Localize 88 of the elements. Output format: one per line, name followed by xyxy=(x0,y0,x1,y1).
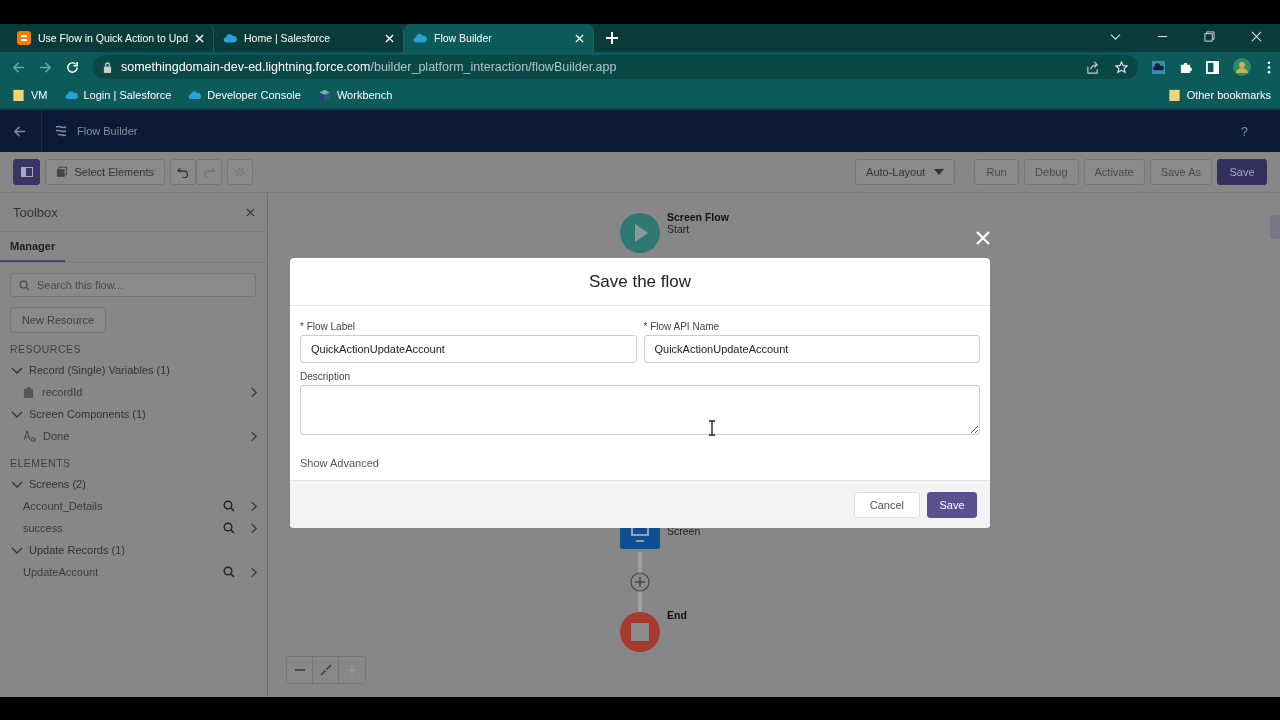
address-bar[interactable]: somethingdomain-dev-ed.lightning.force.com/builder_platform_interaction/flowBuilder.app xyxy=(93,55,1138,79)
chevron-down-icon[interactable] xyxy=(1110,31,1121,42)
search-field[interactable]: Search this flow... xyxy=(10,273,256,297)
flow-icon xyxy=(54,124,68,138)
search-icon[interactable] xyxy=(223,500,235,512)
lock-icon xyxy=(103,61,112,73)
chevron-right-icon[interactable] xyxy=(250,500,257,512)
end-node[interactable] xyxy=(620,612,660,652)
add-element-icon[interactable] xyxy=(630,572,650,592)
url-text: somethingdomain-dev-ed.lightning.force.com/builder_platform_interaction/flowBuilder.app xyxy=(121,60,617,74)
app-title: Flow Builder xyxy=(77,125,138,137)
star-icon[interactable] xyxy=(1115,60,1128,74)
bookmark[interactable]: Login | Salesforce xyxy=(64,89,172,101)
tree-item[interactable]: UpdateAccount xyxy=(23,566,99,578)
caret-icon xyxy=(934,169,945,175)
dialog-title: Save the flow xyxy=(588,271,692,292)
select-elements-button[interactable]: Select Elements xyxy=(45,159,165,185)
zoom-out-button[interactable] xyxy=(287,657,313,683)
blog-icon xyxy=(17,31,31,45)
field-label: * Flow Label xyxy=(300,321,356,332)
bookmark[interactable]: Workbench xyxy=(317,89,393,101)
share-icon[interactable] xyxy=(1086,60,1099,74)
tree-item[interactable]: Account_Details xyxy=(23,500,103,512)
node-title: Screen Flow xyxy=(667,211,729,223)
tree-item[interactable]: Done xyxy=(43,430,70,442)
panel-icon xyxy=(20,167,33,177)
chevron-right-icon[interactable] xyxy=(250,566,257,578)
restore-icon[interactable] xyxy=(1204,31,1215,42)
cloud-icon[interactable] xyxy=(1152,60,1165,74)
node-label: Screen xyxy=(667,525,701,537)
bookmark[interactable]: Developer Console xyxy=(188,89,301,101)
start-node[interactable] xyxy=(620,213,660,253)
folder-icon xyxy=(1167,89,1181,101)
node-subtitle: Start xyxy=(667,223,691,235)
reload-icon[interactable] xyxy=(66,60,79,74)
more-icon[interactable] xyxy=(1267,60,1271,74)
search-icon[interactable] xyxy=(223,566,235,578)
cancel-button[interactable]: Cancel xyxy=(853,491,920,518)
tree-item[interactable]: recordId xyxy=(42,386,83,398)
tree-group[interactable]: Record (Single) Variables (1) xyxy=(0,359,267,381)
layout-dropdown[interactable]: Auto-Layout xyxy=(855,159,956,185)
tree-group[interactable]: Update Records (1) xyxy=(0,539,267,561)
avatar-icon[interactable] xyxy=(1233,58,1251,76)
cloud-icon xyxy=(188,89,202,101)
text-component-icon xyxy=(23,430,37,442)
section-heading: ELEMENTS xyxy=(10,457,72,469)
chevron-right-icon[interactable] xyxy=(250,386,257,398)
chevron-right-icon[interactable] xyxy=(250,430,257,442)
panel-title: Toolbox xyxy=(13,204,58,220)
bookmark[interactable]: VM xyxy=(12,89,48,101)
section-heading: RESOURCES xyxy=(10,343,82,355)
undo-icon xyxy=(177,166,189,178)
help-button[interactable]: ? xyxy=(1236,123,1252,139)
save-button[interactable]: Save xyxy=(1217,159,1267,185)
clipboard-icon xyxy=(23,386,34,398)
puzzle-icon[interactable] xyxy=(1179,60,1192,74)
bookmark[interactable]: Other bookmarks xyxy=(1167,89,1271,101)
input-field[interactable]: QuickActionUpdateAccount xyxy=(300,335,637,363)
chevron-right-icon[interactable] xyxy=(250,522,257,534)
node-label: End xyxy=(667,609,687,621)
text-cursor-icon xyxy=(708,420,716,436)
collapse-arrows-icon xyxy=(319,664,332,676)
input-field[interactable]: QuickActionUpdateAccount xyxy=(643,335,980,363)
cloud-icon xyxy=(413,31,427,45)
tree-group[interactable]: Screens (2) xyxy=(0,473,267,495)
tree-item[interactable]: success xyxy=(23,522,63,534)
show-advanced-link[interactable]: Show Advanced xyxy=(300,457,379,469)
new-tab-icon[interactable] xyxy=(606,32,618,44)
description-field[interactable] xyxy=(300,385,980,435)
forward-icon[interactable] xyxy=(39,60,52,74)
cloud-icon xyxy=(64,89,78,101)
cloud-icon xyxy=(223,31,237,45)
back-icon[interactable] xyxy=(12,60,25,74)
field-label: * Flow API Name xyxy=(643,321,720,332)
browser-tab[interactable]: Flow Builder xyxy=(404,24,594,52)
field-label: Description xyxy=(300,371,351,382)
select-icon xyxy=(56,166,68,178)
save-button[interactable]: Save xyxy=(927,491,977,518)
toggle-panel-button[interactable] xyxy=(13,159,40,185)
folder-icon xyxy=(12,89,25,101)
undo-button[interactable] xyxy=(170,159,196,185)
cube-icon xyxy=(317,89,331,101)
panel-tab[interactable]: Manager xyxy=(0,232,65,262)
new-resource-button[interactable]: New Resource xyxy=(10,307,106,333)
back-icon[interactable] xyxy=(13,124,26,138)
side-panel-icon[interactable] xyxy=(1206,60,1219,74)
tree-group[interactable]: Screen Components (1) xyxy=(0,403,267,425)
search-icon[interactable] xyxy=(223,522,235,534)
